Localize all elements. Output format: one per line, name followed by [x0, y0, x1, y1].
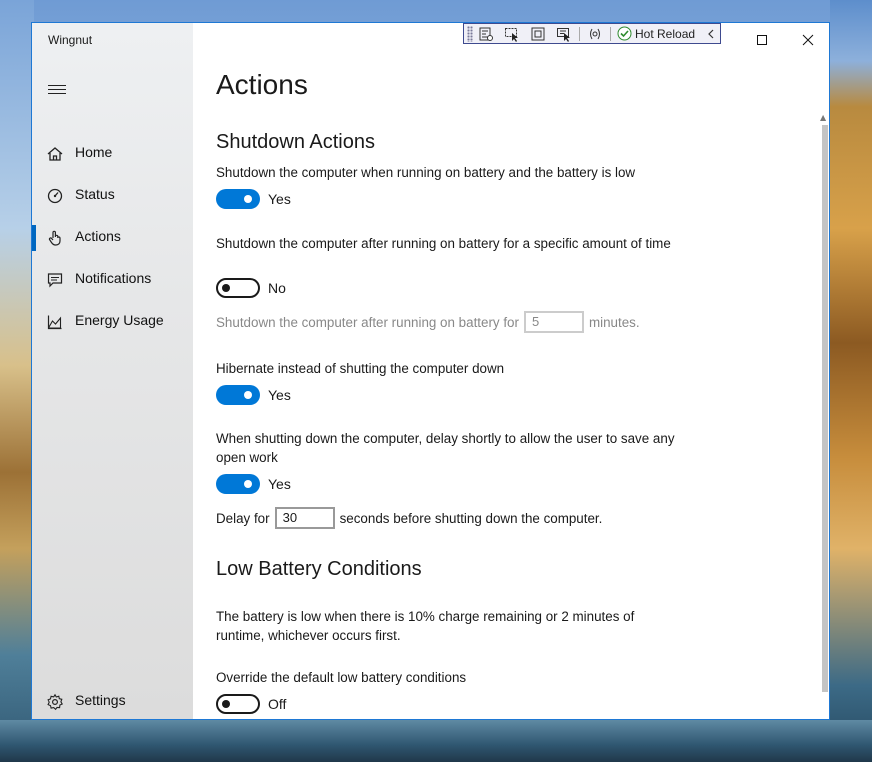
delay-toggle[interactable] [216, 474, 260, 494]
track-focus-icon[interactable] [551, 24, 577, 43]
nav-item-label: Status [75, 186, 115, 202]
navigation-pane: Wingnut Home Status Actions Notification… [32, 23, 193, 719]
touch-hand-icon [48, 230, 61, 246]
nav-item-notifications[interactable]: Notifications [32, 259, 193, 299]
app-window: Wingnut Home Status Actions Notification… [31, 22, 830, 720]
gauge-icon [47, 188, 63, 204]
select-element-icon[interactable] [499, 24, 525, 43]
override-label: Override the default low battery conditi… [216, 670, 467, 685]
maximize-button[interactable] [739, 25, 785, 53]
hot-reload-status[interactable]: Hot Reload [617, 26, 695, 41]
battery-minutes-suffix: minutes. [588, 314, 640, 330]
close-button[interactable] [785, 25, 829, 53]
live-visual-tree-icon[interactable] [473, 24, 499, 43]
battery-low-toggle-text: Yes [268, 191, 291, 207]
vertical-scrollbar[interactable]: ▲ [819, 113, 829, 698]
battery-low-label: Shutdown the computer when running on ba… [216, 165, 636, 180]
hot-reload-label: Hot Reload [635, 26, 696, 41]
desktop-background-bottom [0, 720, 872, 762]
collapse-toolbar-chevron-icon[interactable] [702, 24, 720, 43]
delay-prefix: Delay for [216, 510, 270, 526]
maximize-icon [757, 35, 767, 45]
display-adorners-icon[interactable] [525, 24, 551, 43]
message-icon [47, 273, 63, 288]
section-heading-low-battery: Low Battery Conditions [216, 558, 422, 580]
battery-low-toggle[interactable] [216, 189, 260, 209]
content-pane: ▲ Actions Shutdown Actions Shutdown the … [193, 23, 829, 719]
hibernate-label: Hibernate instead of shutting the comput… [216, 361, 505, 376]
battery-time-label: Shutdown the computer after running on b… [216, 236, 671, 251]
battery-time-toggle-text: No [268, 280, 286, 296]
app-title: Wingnut [48, 33, 93, 47]
delay-seconds-input[interactable]: 30 [274, 507, 335, 529]
area-chart-icon [47, 315, 62, 330]
battery-minutes-row: Shutdown the computer after running on b… [216, 311, 640, 333]
nav-item-actions[interactable]: Actions [32, 217, 193, 257]
low-battery-description: The battery is low when there is 10% cha… [216, 609, 635, 643]
delay-toggle-text: Yes [268, 476, 291, 492]
nav-item-status[interactable]: Status [32, 175, 193, 215]
nav-item-label: Actions [75, 228, 121, 244]
nav-item-energy-usage[interactable]: Energy Usage [32, 301, 193, 341]
nav-item-label: Settings [75, 692, 126, 708]
binding-failures-icon[interactable] [582, 24, 608, 43]
close-icon [802, 34, 814, 46]
debug-toolbar: Hot Reload [463, 23, 721, 44]
scroll-up-arrow-icon[interactable]: ▲ [820, 113, 826, 122]
delay-suffix: seconds before shutting down the compute… [339, 510, 603, 526]
hibernate-toggle-text: Yes [268, 387, 291, 403]
scrollbar-thumb[interactable] [822, 125, 828, 692]
hamburger-menu-button[interactable] [48, 85, 66, 99]
delay-label: When shutting down the computer, delay s… [216, 431, 675, 465]
battery-minutes-input[interactable]: 5 [523, 311, 584, 333]
desktop-background-right [830, 0, 872, 762]
override-toggle-text: Off [268, 696, 287, 712]
nav-item-label: Energy Usage [75, 312, 164, 328]
desktop-background-left [0, 0, 34, 762]
hibernate-toggle[interactable] [216, 385, 260, 405]
battery-time-toggle[interactable] [216, 278, 260, 298]
nav-item-label: Home [75, 144, 113, 160]
gear-icon [47, 693, 63, 711]
delay-seconds-row: Delay for 30 seconds before shutting dow… [216, 507, 602, 529]
nav-item-label: Notifications [75, 270, 152, 286]
home-icon [47, 147, 63, 161]
page-title: Actions [216, 69, 308, 100]
check-circle-icon [617, 26, 632, 41]
nav-item-settings[interactable]: Settings [32, 681, 193, 719]
override-toggle[interactable] [216, 694, 260, 714]
section-heading-shutdown: Shutdown Actions [216, 131, 375, 153]
battery-minutes-prefix: Shutdown the computer after running on b… [216, 314, 519, 330]
nav-item-home[interactable]: Home [32, 133, 193, 173]
